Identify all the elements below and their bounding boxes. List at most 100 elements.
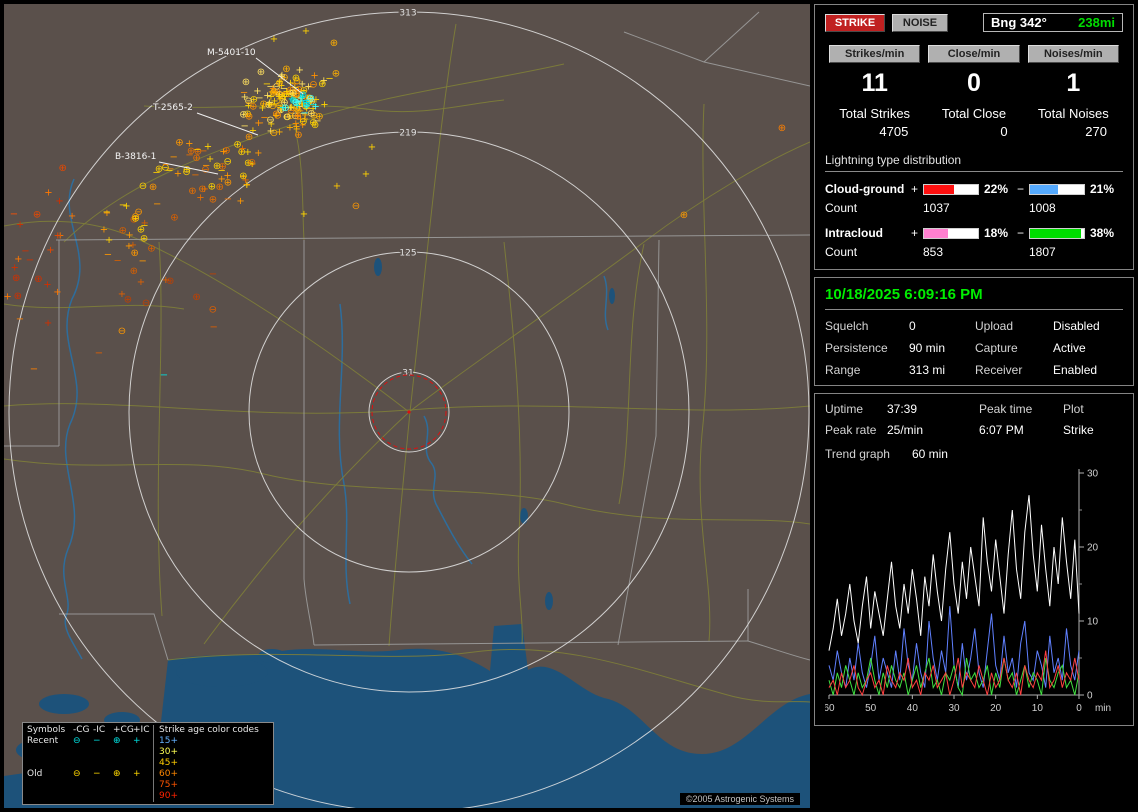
svg-text:0: 0 [1087, 691, 1093, 702]
svg-text:+: + [54, 231, 62, 242]
receiver-value: Enabled [1053, 363, 1098, 377]
svg-text:⊖: ⊖ [270, 128, 278, 139]
svg-text:⊕: ⊕ [130, 266, 138, 277]
svg-text:⊕: ⊕ [34, 274, 42, 285]
datetime-display: 10/18/2025 6:09:16 PM [825, 286, 1123, 310]
ic-pos-sign: + [911, 226, 919, 240]
total-close-value: 0 [1000, 124, 1008, 139]
uptime-label: Uptime [825, 402, 864, 416]
svg-text:⊕: ⊕ [198, 184, 206, 195]
peak-rate-label: Peak rate [825, 423, 877, 437]
cg-pos-sign: + [911, 182, 919, 196]
strikes-per-min-chip[interactable]: Strikes/min [829, 45, 921, 63]
noises-per-min-chip[interactable]: Noises/min [1027, 45, 1119, 63]
legend-age-title: Strike age color codes [153, 725, 269, 736]
svg-text:−: − [26, 255, 34, 266]
svg-text:⊕: ⊕ [245, 132, 253, 143]
recent-nic-symbol: − [93, 736, 101, 746]
trend-graph: 010203060 50 40 30 20 10 0 min [825, 469, 1111, 715]
cg-neg-bar [1029, 183, 1085, 195]
noise-indicator[interactable]: NOISE [892, 13, 948, 32]
uptime-value: 37:39 [887, 402, 918, 416]
cg-neg-sign: − [1017, 182, 1025, 196]
svg-text:+: + [53, 287, 61, 298]
svg-text:⊕: ⊕ [149, 182, 157, 193]
svg-text:⊖: ⊖ [134, 207, 142, 218]
close-per-min-value: 0 [967, 69, 981, 97]
legend-col-pic: +IC [133, 725, 150, 735]
svg-text:⊕: ⊕ [166, 276, 174, 287]
strikes-per-min-value: 11 [861, 69, 888, 97]
svg-text:+: + [174, 168, 182, 179]
bearing-value: Bng 342° [991, 15, 1047, 30]
intracloud-label: Intracloud [825, 226, 884, 240]
svg-text:+: + [16, 220, 24, 231]
svg-text:+: + [44, 187, 52, 198]
svg-text:+: + [4, 292, 12, 303]
total-strikes-value: 4705 [879, 124, 909, 139]
upload-label: Upload [975, 319, 1014, 333]
svg-text:−: − [139, 256, 147, 267]
total-close-label: Total Close [941, 106, 1007, 121]
age-15: 15+ [159, 736, 178, 746]
svg-text:⊕: ⊕ [209, 195, 217, 206]
svg-text:min: min [1095, 703, 1111, 714]
ic-pos-count: 853 [923, 245, 944, 259]
rate-chip-row: Strikes/min Close/min Noises/min [825, 45, 1123, 63]
svg-text:B-3816-1: B-3816-1 [115, 152, 156, 162]
ic-neg-sign: − [1017, 226, 1025, 240]
svg-text:+: + [271, 88, 279, 99]
squelch-value: 0 [909, 319, 916, 333]
ic-count-label: Count [825, 245, 858, 259]
svg-text:⊖: ⊖ [142, 298, 150, 309]
svg-text:+: + [43, 279, 51, 290]
recent-pic-symbol: + [133, 736, 141, 746]
persistence-label: Persistence [825, 341, 888, 355]
capture-label: Capture [975, 341, 1018, 355]
svg-text:31: 31 [402, 369, 413, 379]
plot-value: Strike [1063, 423, 1094, 437]
old-ncg-symbol: ⊖ [73, 769, 81, 779]
lightning-map[interactable]: 31321912531⊖⊕+⊕++−+−⊖⊕++⊕+⊕⊕−⊖+−−⊕+−⊕⊕⊕−… [4, 4, 810, 808]
sidebar: STRIKE NOISE Bng 342° 238mi Strikes/min … [814, 4, 1134, 808]
plot-label: Plot [1063, 402, 1084, 416]
ic-neg-count: 1807 [1029, 245, 1056, 259]
svg-text:⊕: ⊕ [192, 292, 200, 303]
svg-text:+: + [46, 245, 54, 256]
cloud-ground-count-row: Count 1037 1008 [825, 201, 1123, 215]
cg-pos-pct: 22% [984, 182, 1009, 196]
svg-text:125: 125 [399, 249, 416, 259]
trend-graph-label: Trend graph [825, 447, 890, 461]
svg-text:⊕: ⊕ [188, 186, 196, 197]
svg-text:−: − [210, 322, 218, 333]
svg-text:+: + [244, 147, 252, 158]
svg-text:219: 219 [399, 129, 416, 139]
trend-panel: Uptime 37:39 Peak time Plot Peak rate 25… [814, 393, 1134, 726]
ic-pos-pct: 18% [984, 226, 1009, 240]
cg-neg-count: 1008 [1029, 201, 1056, 215]
totals-label-row: Total Strikes Total Close Total Noises [825, 106, 1123, 121]
svg-text:+: + [68, 211, 76, 222]
svg-text:⊕: ⊕ [257, 67, 265, 78]
svg-text:+: + [320, 100, 328, 111]
map-area[interactable]: 313 219 125 31 ⊖ ⊕ + ⊕ + + − + − ⊖ ⊕ + + ⊕ + ⊕ ⊕ − ⊖ + − − ⊕ + − ⊕ ⊕ ⊕ −… [4, 4, 810, 808]
svg-text:+: + [105, 235, 113, 246]
svg-text:+: + [11, 263, 19, 274]
svg-text:313: 313 [399, 9, 416, 19]
svg-text:+: + [311, 102, 319, 113]
legend-col-ncg: -CG [73, 725, 90, 735]
svg-text:⊕: ⊕ [242, 77, 250, 88]
svg-text:+: + [302, 26, 310, 37]
svg-text:+: + [100, 225, 108, 236]
svg-text:−: − [191, 170, 199, 181]
close-per-min-chip[interactable]: Close/min [928, 45, 1020, 63]
persistence-value: 90 min [909, 341, 946, 355]
svg-text:−: − [240, 88, 248, 99]
strike-indicator[interactable]: STRIKE [825, 13, 885, 32]
svg-text:0: 0 [1076, 703, 1082, 714]
cg-neg-pct: 21% [1090, 182, 1115, 196]
svg-text:+: + [44, 318, 52, 329]
svg-text:+: + [265, 99, 273, 110]
age-60: 60+ [159, 769, 178, 779]
indicator-row: STRIKE NOISE Bng 342° 238mi [825, 13, 1123, 32]
